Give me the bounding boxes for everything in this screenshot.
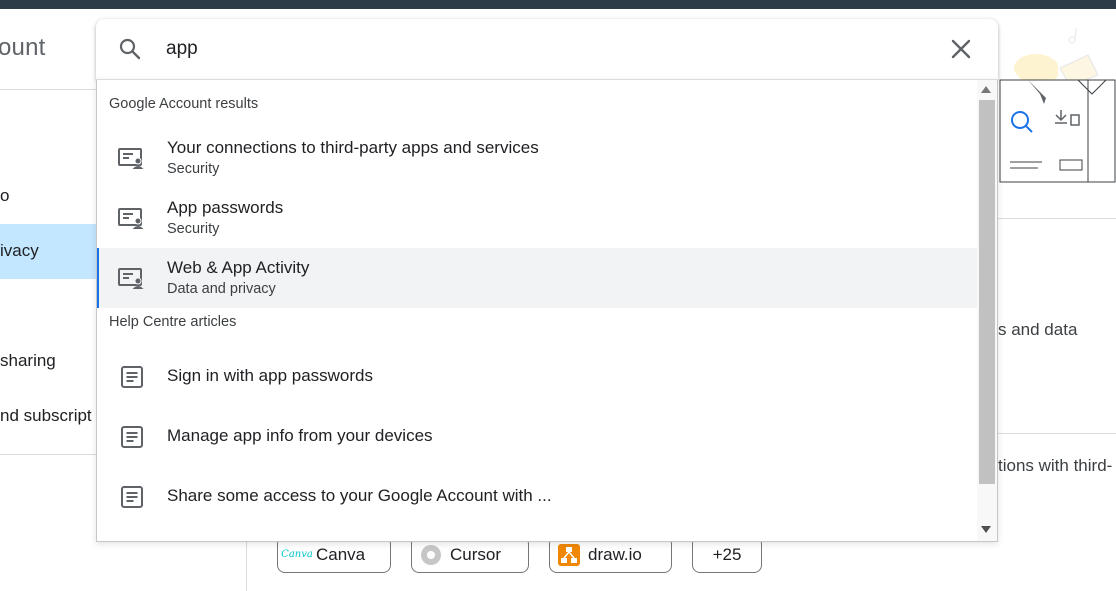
result-title: App passwords (167, 198, 284, 217)
article-item[interactable]: Manage app info from your devices (97, 406, 977, 466)
scroll-down-arrow-icon[interactable] (981, 526, 991, 533)
window-top-bar (0, 0, 1116, 9)
result-title: Your connections to third-party apps and… (167, 138, 539, 157)
close-icon[interactable] (948, 36, 974, 62)
drawio-logo-icon (558, 543, 580, 566)
account-settings-icon (118, 268, 144, 289)
sidebar-divider (0, 454, 100, 455)
sidebar-item-data-privacy[interactable]: ivacy (0, 241, 39, 261)
account-settings-icon (118, 148, 144, 169)
result-item[interactable]: App passwords Security (97, 188, 977, 248)
content-divider (998, 433, 1116, 434)
chip-label: draw.io (588, 544, 642, 564)
content-divider (998, 218, 1116, 219)
result-item[interactable]: Your connections to third-party apps and… (97, 128, 977, 188)
scroll-up-arrow-icon[interactable] (981, 86, 991, 93)
content-divider (246, 540, 247, 591)
canva-logo-icon: Canva (281, 549, 313, 560)
result-subtitle: Data and privacy (167, 281, 276, 297)
cursor-logo-icon (420, 544, 442, 566)
article-title: Sign in with app passwords (167, 366, 374, 385)
search-bar (96, 19, 998, 79)
sidebar-item-people-sharing[interactable]: sharing (0, 351, 56, 371)
chip-label: +25 (712, 544, 742, 564)
result-title: Web & App Activity (167, 258, 310, 277)
section-description: tions with third- (998, 456, 1113, 475)
account-results-header: Google Account results (109, 96, 259, 112)
article-item[interactable]: Share some access to your Google Account… (97, 466, 977, 526)
result-subtitle: Security (167, 161, 220, 177)
result-subtitle: Security (167, 221, 220, 237)
search-input[interactable] (166, 34, 926, 64)
header-divider (0, 89, 100, 90)
scrollbar-thumb[interactable] (979, 100, 995, 484)
page-title: ount (0, 34, 46, 61)
chip-label: Cursor (450, 544, 502, 564)
illustration-image (999, 27, 1116, 183)
article-icon (121, 366, 143, 388)
article-item[interactable]: Sign in with app passwords (97, 346, 977, 406)
sidebar-item-payments-subscriptions[interactable]: nd subscript (0, 406, 92, 426)
section-description: s and data (998, 320, 1078, 339)
article-title: Share some access to your Google Account… (167, 486, 552, 505)
article-title: Manage app info from your devices (167, 426, 433, 445)
account-settings-icon (118, 208, 144, 229)
result-item[interactable]: Web & App Activity Data and privacy (97, 248, 977, 308)
article-icon (121, 486, 143, 508)
chip-label: Canva (316, 544, 366, 564)
sidebar-item-info[interactable]: o (0, 186, 9, 206)
article-icon (121, 426, 143, 448)
search-suggestions-dropdown: Google Account results Your connections … (96, 79, 998, 542)
help-articles-header: Help Centre articles (109, 314, 237, 330)
search-icon[interactable] (118, 37, 142, 61)
